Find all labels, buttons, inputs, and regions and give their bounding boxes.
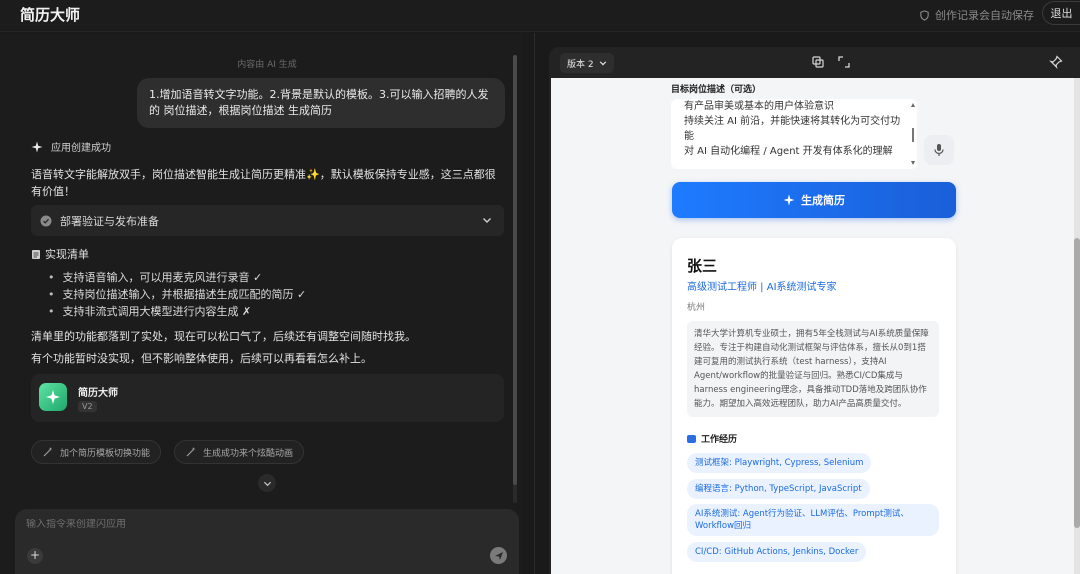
- skill-tag: 测试框架: Playwright, Cypress, Selenium: [687, 453, 872, 473]
- app-card[interactable]: 简历大师 V2: [31, 374, 504, 422]
- checklist-item: 支持岗位描述输入，并根据描述生成匹配的简历 ✓: [48, 286, 307, 303]
- chevron-down-icon: [599, 61, 606, 66]
- deploy-accordion[interactable]: 部署验证与发布准备: [31, 205, 504, 236]
- sparkle-logo-icon: [46, 390, 60, 404]
- skill-tag: AI系统测试: Agent行为验证、LLM评估、Prompt测试、Workflo…: [687, 504, 939, 536]
- composer: +: [15, 509, 519, 574]
- generate-resume-label: 生成简历: [801, 194, 845, 207]
- scroll-down-button[interactable]: [258, 474, 276, 492]
- deploy-label: 部署验证与发布准备: [60, 214, 159, 228]
- resume-title: 高级测试工程师 | AI系统测试专家: [687, 282, 837, 293]
- preview-scrollbar-thumb[interactable]: [1074, 238, 1080, 528]
- user-message: 1.增加语音转文字功能。2.背景是默认的模板。3.可以输入招聘的人发的 岗位描述…: [137, 78, 505, 128]
- top-bar: 简历大师 创作记录会自动保存 退出: [0, 0, 1080, 32]
- suggestion-label: 加个简历模板切换功能: [60, 448, 151, 459]
- status-row: 应用创建成功: [31, 139, 111, 154]
- chevron-down-icon: [263, 481, 271, 486]
- microphone-button[interactable]: [924, 135, 954, 165]
- microphone-icon: [934, 144, 944, 156]
- sparkle-icon: [31, 141, 43, 152]
- assistant-reply-done: 清单里的功能都落到了实处，现在可以松口气了，后续还有调整空间随时找我。: [31, 330, 416, 343]
- resume-card: 张三 高级测试工程师 | AI系统测试专家 杭州 清华大学计算机专业硕士，拥有5…: [672, 238, 956, 574]
- prompt-input[interactable]: [26, 519, 496, 530]
- chat-panel: 内容由 AI 生成 1.增加语音转文字功能。2.背景是默认的模板。3.可以输入招…: [0, 33, 522, 574]
- send-icon: [494, 551, 503, 560]
- app-card-version: V2: [78, 401, 97, 412]
- autosave-status: 创作记录会自动保存: [919, 7, 1034, 23]
- resume-name: 张三: [687, 257, 718, 275]
- checklist-item: 支持非流式调用大模型进行内容生成 ✗: [48, 303, 306, 320]
- resume-section-heading: 工作经历: [687, 432, 737, 445]
- preview-canvas: 目标岗位描述（可选） 有产品审美或基本的用户体验意识 持续关注 AI 前沿，并能…: [551, 78, 1080, 574]
- checklist-item: 支持语音输入，可以用麦克风进行录音 ✓: [48, 269, 306, 286]
- skill-tag: 编程语言: Python, TypeScript, JavaScript: [687, 479, 870, 499]
- textarea-scrollbar[interactable]: [911, 103, 915, 165]
- generate-resume-button[interactable]: 生成简历: [672, 182, 956, 218]
- checklist: 支持语音输入，可以用麦克风进行录音 ✓ 支持岗位描述输入，并根据描述生成匹配的简…: [48, 269, 307, 320]
- attach-button[interactable]: +: [27, 548, 43, 564]
- shield-icon: [920, 9, 929, 21]
- send-button[interactable]: [490, 547, 507, 564]
- preview-panel: 版本 2 目标岗位描述（可选） 有产品审美或基本的用户体验意识 持续关注 AI …: [549, 47, 1080, 574]
- assistant-reply-note: 有个功能暂时没实现，但不影响整体使用，后续可以再看看怎么补上。: [31, 352, 372, 365]
- assistant-reply-intro: 语音转文字能解放双手，岗位描述智能生成让简历更精准✨，默认模板保持专业感，这三点…: [31, 168, 496, 198]
- resume-summary: 清华大学计算机专业硕士，拥有5年全栈测试与AI系统质量保障经验。专注于构建自动化…: [687, 321, 939, 417]
- suggestion-chip-animation[interactable]: 生成成功来个炫酷动画: [174, 440, 305, 464]
- exit-button[interactable]: 退出: [1042, 1, 1080, 25]
- chat-messages: 内容由 AI 生成 1.增加语音转文字功能。2.背景是默认的模板。3.可以输入招…: [0, 33, 522, 507]
- expand-icon[interactable]: [837, 55, 851, 69]
- job-description-input[interactable]: 有产品审美或基本的用户体验意识 持续关注 AI 前沿，并能快速将其转化为可交付功…: [671, 99, 917, 169]
- app-logo: [39, 383, 67, 411]
- magic-wand-icon: [186, 447, 196, 457]
- job-description-text: 有产品审美或基本的用户体验意识 持续关注 AI 前沿，并能快速将其转化为可交付功…: [684, 101, 901, 157]
- copy-icon[interactable]: [811, 55, 825, 69]
- resume-city: 杭州: [687, 303, 706, 313]
- status-text: 应用创建成功: [51, 143, 111, 154]
- version-label: 版本 2: [567, 59, 594, 70]
- preview-scrollbar[interactable]: [1074, 78, 1080, 574]
- autosave-text: 创作记录会自动保存: [935, 9, 1034, 22]
- pin-icon[interactable]: [1049, 55, 1063, 69]
- chat-scrollbar[interactable]: [513, 55, 517, 503]
- checklist-heading: 实现清单: [31, 246, 89, 262]
- version-select[interactable]: 版本 2: [560, 53, 614, 73]
- resume-section-title: 工作经历: [701, 435, 738, 445]
- notepad-icon: [32, 249, 40, 259]
- skill-tag: CI/CD: GitHub Actions, Jenkins, Docker: [687, 542, 867, 562]
- sparkle-icon: [783, 194, 795, 206]
- chat-scrollbar-thumb[interactable]: [513, 55, 517, 485]
- suggestion-label: 生成成功来个炫酷动画: [203, 448, 294, 459]
- briefcase-icon: [687, 434, 696, 443]
- suggestion-chip-template-switch[interactable]: 加个简历模板切换功能: [31, 440, 162, 464]
- check-circle-icon: [40, 215, 52, 226]
- job-description-label: 目标岗位描述（可选）: [671, 85, 762, 95]
- checklist-title: 实现清单: [45, 248, 89, 261]
- panel-divider[interactable]: [534, 33, 535, 574]
- app-card-name: 简历大师: [78, 388, 118, 399]
- chevron-down-icon: [483, 218, 491, 223]
- magic-wand-icon: [43, 447, 53, 457]
- ai-generated-note: 内容由 AI 生成: [237, 60, 297, 70]
- app-title: 简历大师: [20, 6, 81, 24]
